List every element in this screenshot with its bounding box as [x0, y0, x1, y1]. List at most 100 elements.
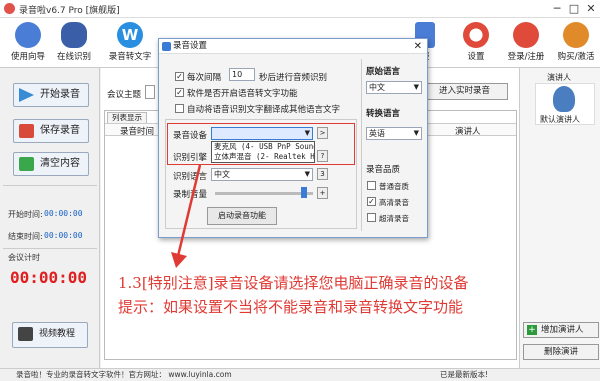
dialog-title-bar: 录音设置 ✕	[159, 39, 427, 54]
start-time-label: 开始时间:	[8, 210, 43, 219]
annotation-line-1: 1.3[特别注意]录音设备请选择您电脑正确录音的设备	[118, 274, 469, 292]
voice-to-text-icon: W	[117, 22, 143, 48]
status-text: 录音啦！专业的录音转文字软件！官方网址： www.luyinla.com	[16, 370, 232, 379]
buy-activate-button[interactable]: 购买/激活	[550, 20, 600, 66]
realtime-record-label: 进入实时录音	[439, 86, 491, 96]
minimize-button[interactable]: ─	[548, 1, 566, 16]
target-language-select[interactable]: 英语 ▼	[366, 127, 422, 140]
auto-translate-checkbox[interactable]	[175, 104, 184, 113]
voice-text-checkbox[interactable]: ✓	[175, 88, 184, 97]
highlight-box	[167, 123, 355, 165]
ultra-quality-option: 超清录音	[379, 214, 409, 223]
col-recording-time: 录音时间	[120, 127, 155, 137]
start-record-label: 开始录音	[40, 89, 80, 100]
meeting-topic-label: 会议主题	[107, 90, 142, 100]
realtime-record-button[interactable]: 进入实时录音	[423, 83, 508, 100]
add-speaker-label: 增加演讲人	[541, 325, 584, 335]
app-window: 录音啦v6.7 Pro [旗舰版] ─ □ ✕ 使用向导 在线识别 W 录音转文…	[0, 0, 600, 381]
clear-content-label: 清空内容	[40, 158, 80, 169]
close-button[interactable]: ✕	[582, 1, 600, 16]
user-login-icon	[513, 22, 539, 48]
guide-icon	[15, 22, 41, 48]
start-recording-function-label: 启动录音功能	[218, 211, 266, 220]
title-bar: 录音啦v6.7 Pro [旗舰版] ─ □ ✕	[0, 0, 600, 18]
chevron-down-icon: ▼	[304, 170, 310, 178]
default-speaker-name: 默认演讲人	[540, 115, 580, 124]
end-time-label: 结束时间:	[8, 232, 43, 241]
annotation-line-2: 提示：如果设置不当将不能录音和录音转换文字功能	[118, 298, 464, 316]
left-panel: 开始录音 保存录音 清空内容 开始时间: 00:00:00 结束时间: 00:0…	[0, 68, 100, 368]
clear-content-button[interactable]: 清空内容	[13, 152, 89, 176]
lifebuoy-icon	[463, 22, 489, 48]
high-quality-checkbox[interactable]: ✓	[367, 197, 376, 206]
language-option-button[interactable]: 3	[317, 168, 328, 180]
meeting-topic-input[interactable]	[145, 85, 155, 99]
interval-checkbox[interactable]: ✓	[175, 72, 184, 81]
save-record-label: 保存录音	[40, 125, 80, 136]
start-time-value: 00:00:00	[44, 209, 83, 218]
status-bar: 录音啦！专业的录音转文字软件！官方网址： www.luyinla.com 已是最…	[0, 368, 600, 381]
interval-suffix: 秒后进行音频识别	[259, 73, 328, 83]
end-time-value: 00:00:00	[44, 231, 83, 240]
source-language-label: 原始语言	[366, 67, 401, 77]
guide-label: 使用向导	[10, 52, 45, 62]
normal-quality-option: 普通音质	[379, 182, 409, 191]
online-recognize-button[interactable]: 在线识别	[48, 20, 100, 66]
volume-slider[interactable]	[215, 192, 313, 195]
delete-speaker-button[interactable]: 删除演讲	[523, 344, 599, 360]
meeting-timer-value: 00:00:00	[10, 268, 88, 287]
save-record-button[interactable]: 保存录音	[13, 119, 89, 143]
guide-button[interactable]: 使用向导	[2, 20, 54, 66]
source-language-value: 中文	[369, 83, 385, 92]
clear-icon	[19, 157, 34, 171]
microphone-icon	[61, 22, 87, 48]
default-speaker-card[interactable]: 默认演讲人	[535, 83, 595, 125]
version-status: 已是最新版本!	[440, 370, 489, 379]
window-title: 录音啦v6.7 Pro [旗舰版]	[19, 6, 120, 16]
voice-to-text-button[interactable]: W 录音转文字	[104, 20, 156, 66]
maximize-button[interactable]: □	[565, 1, 583, 16]
source-language-select[interactable]: 中文 ▼	[366, 81, 422, 94]
speaker-avatar-icon	[553, 86, 575, 112]
voice-text-option: 软件是否开启语音转文字功能	[187, 89, 298, 99]
voice-to-text-label: 录音转文字	[108, 52, 152, 62]
settings-button[interactable]: 设置	[450, 20, 502, 66]
start-recording-function-button[interactable]: 启动录音功能	[207, 207, 277, 225]
plus-icon: +	[527, 325, 537, 335]
speaker-section-label: 演讲人	[547, 73, 571, 82]
volume-plus-button[interactable]: +	[317, 187, 328, 199]
recognition-language-select[interactable]: 中文 ▼	[211, 168, 313, 181]
settings-label: 设置	[467, 52, 485, 62]
buy-activate-label: 购买/激活	[557, 52, 595, 62]
annotation-arrow-icon	[171, 164, 202, 268]
interval-value: 10	[232, 70, 243, 79]
add-speaker-button[interactable]: + 增加演讲人	[523, 322, 599, 338]
online-recognize-label: 在线识别	[56, 52, 91, 62]
video-camera-icon	[18, 327, 33, 341]
app-logo-icon	[4, 3, 15, 14]
normal-quality-checkbox[interactable]	[367, 181, 376, 190]
delete-speaker-label: 删除演讲	[544, 347, 579, 357]
tab-list-view[interactable]: 列表显示	[107, 112, 147, 123]
save-icon	[19, 124, 34, 138]
dialog-close-button[interactable]: ✕	[414, 39, 422, 54]
ultra-quality-checkbox[interactable]	[367, 213, 376, 222]
interval-label: 每次间隔	[187, 73, 222, 83]
target-language-label: 转换语言	[366, 109, 401, 119]
chevron-down-icon: ▼	[413, 83, 419, 91]
high-quality-option: 高清录音	[379, 198, 409, 207]
play-icon	[19, 88, 34, 102]
auto-translate-option: 自动将语音识别文字翻译成其他语言文字	[187, 105, 341, 115]
col-speaker: 演讲人	[455, 127, 481, 137]
target-language-value: 英语	[369, 129, 385, 138]
volume-slider-thumb[interactable]	[301, 187, 307, 198]
quality-label: 录音品质	[366, 165, 401, 175]
chevron-down-icon: ▼	[413, 129, 419, 137]
price-tag-icon	[563, 22, 589, 48]
start-record-button[interactable]: 开始录音	[13, 83, 89, 107]
interval-input[interactable]: 10	[229, 68, 255, 81]
video-tutorial-button[interactable]: 视频教程	[12, 322, 88, 348]
meeting-timer-label: 会议计时	[8, 253, 40, 262]
login-register-button[interactable]: 登录/注册	[500, 20, 552, 66]
right-panel: 演讲人 默认演讲人 + 增加演讲人 删除演讲	[519, 68, 600, 368]
